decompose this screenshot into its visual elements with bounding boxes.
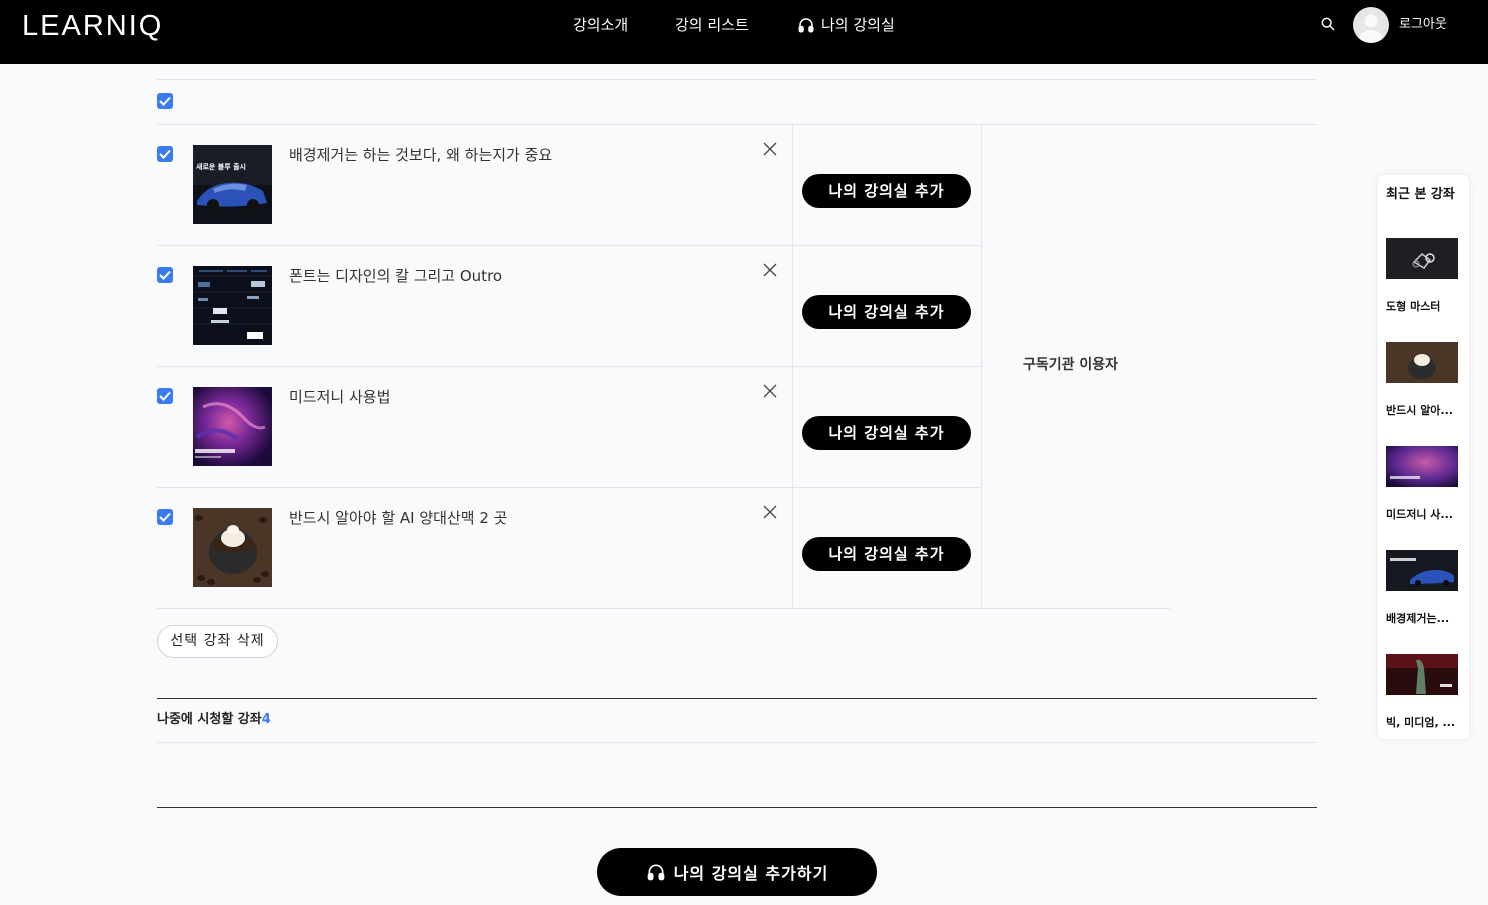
headphones-icon: [798, 18, 814, 33]
course-title[interactable]: 미드저니 사용법: [289, 387, 390, 407]
recent-thumbnail[interactable]: [1386, 238, 1458, 279]
course-thumbnail[interactable]: [193, 508, 272, 587]
recent-courses-panel: 최근 본 강좌 도형 마스터 반드시 알아... 미드저니 사... 배경제거는…: [1378, 175, 1469, 739]
search-icon[interactable]: [1320, 16, 1336, 32]
logo[interactable]: LEARNIQ: [22, 10, 163, 43]
divider: [157, 742, 1317, 743]
add-to-classroom-button[interactable]: 나의 강의실 추가: [802, 295, 971, 329]
nav-item-course-list[interactable]: 강의 리스트: [675, 14, 749, 36]
logout-link[interactable]: 로그아웃: [1399, 15, 1447, 35]
divider: [157, 366, 981, 367]
course-thumbnail[interactable]: 새로운 블루 출시: [193, 145, 272, 224]
watch-later-heading: 나중에 시청할 강좌4: [157, 710, 271, 730]
recent-thumbnail[interactable]: [1386, 654, 1458, 695]
headphones-icon: [647, 864, 665, 881]
divider: [157, 124, 1317, 125]
recent-title: 최근 본 강좌: [1386, 187, 1455, 202]
recent-item-label[interactable]: 도형 마스터: [1386, 299, 1462, 315]
recent-item-label[interactable]: 배경제거는...: [1386, 611, 1462, 627]
row-checkbox[interactable]: [157, 267, 173, 283]
recent-thumbnail[interactable]: [1386, 446, 1458, 487]
top-header: LEARNIQ 강의소개 강의 리스트 나의 강의실 로그아웃: [0, 0, 1488, 64]
row-checkbox[interactable]: [157, 509, 173, 525]
divider: [157, 245, 981, 246]
divider: [157, 608, 1170, 609]
course-title[interactable]: 폰트는 디자인의 칼 그리고 Outro: [289, 266, 502, 286]
recent-item-label[interactable]: 반드시 알아...: [1386, 403, 1462, 419]
course-title[interactable]: 배경제거는 하는 것보다, 왜 하는지가 중요: [289, 145, 552, 165]
nav-my-classroom-label: 나의 강의실: [821, 16, 895, 34]
divider: [157, 807, 1317, 808]
add-to-classroom-button[interactable]: 나의 강의실 추가: [802, 537, 971, 571]
close-icon[interactable]: [763, 384, 777, 398]
avatar[interactable]: [1353, 7, 1389, 43]
divider: [792, 124, 793, 608]
delete-selected-button[interactable]: 선택 강좌 삭제: [157, 625, 278, 658]
close-icon[interactable]: [763, 263, 777, 277]
divider: [981, 124, 982, 608]
add-all-label: 나의 강의실 추가하기: [673, 864, 829, 883]
recent-thumbnail[interactable]: [1386, 550, 1458, 591]
recent-item-label[interactable]: 빅, 미디엄, ...: [1386, 715, 1462, 731]
close-icon[interactable]: [763, 505, 777, 519]
watch-later-count: 4: [261, 712, 271, 727]
nav-item-my-classroom[interactable]: 나의 강의실: [797, 14, 895, 36]
watch-later-title: 나중에 시청할 강좌: [157, 712, 262, 727]
add-to-classroom-button[interactable]: 나의 강의실 추가: [802, 416, 971, 450]
add-to-classroom-button[interactable]: 나의 강의실 추가: [802, 174, 971, 208]
recent-item-label[interactable]: 미드저니 사...: [1386, 507, 1462, 523]
row-checkbox[interactable]: [157, 146, 173, 162]
divider: [157, 79, 1317, 80]
course-title[interactable]: 반드시 알아야 할 AI 양대산맥 2 곳: [289, 508, 507, 528]
subscriber-label: 구독기관 이용자: [1023, 357, 1119, 373]
divider: [157, 698, 1317, 699]
nav-item-intro[interactable]: 강의소개: [573, 14, 628, 36]
recent-thumbnail[interactable]: [1386, 342, 1458, 383]
row-checkbox[interactable]: [157, 388, 173, 404]
add-all-to-classroom-button[interactable]: 나의 강의실 추가하기: [597, 848, 877, 896]
select-all-checkbox[interactable]: [157, 93, 173, 109]
course-thumbnail[interactable]: [193, 387, 272, 466]
thumb-text: 새로운 블루 출시: [196, 162, 246, 171]
course-thumbnail[interactable]: [193, 266, 272, 345]
close-icon[interactable]: [763, 142, 777, 156]
divider: [157, 487, 981, 488]
